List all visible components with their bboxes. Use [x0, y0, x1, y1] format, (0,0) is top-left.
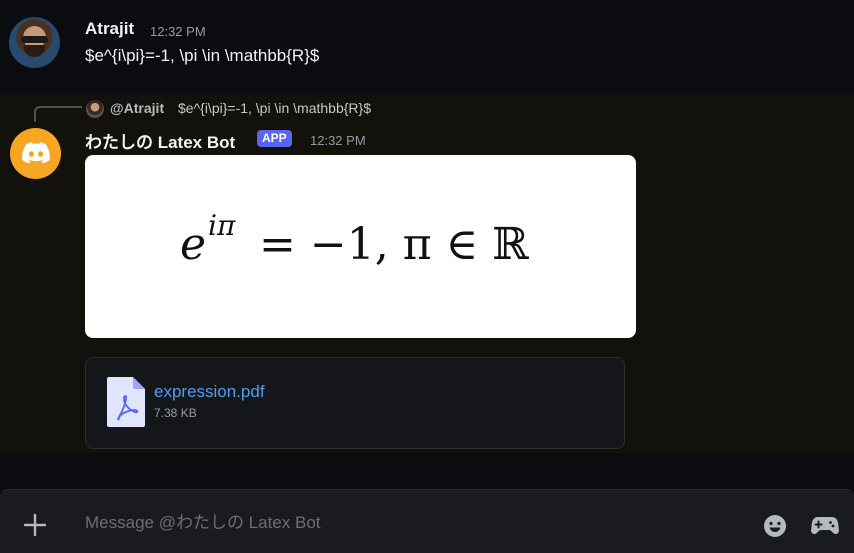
latex-base: e — [180, 219, 206, 270]
user-message-text: $e^{i\pi}=-1, \pi \in \mathbb{R}$ — [85, 46, 320, 65]
reply-avatar — [86, 100, 104, 118]
latex-exponent: iπ — [208, 209, 236, 242]
latex-equation-render: e iπ = −1, π ∈ ℝ — [180, 209, 529, 270]
app-badge: APP — [257, 130, 292, 147]
reply-mention[interactable]: @Atrajit — [110, 100, 164, 116]
latex-image[interactable]: e iπ = −1, π ∈ ℝ — [85, 155, 636, 338]
avatar-beard — [24, 45, 45, 57]
latex-rest: = −1, π ∈ ℝ — [259, 219, 529, 270]
emoji-icon[interactable] — [763, 514, 787, 538]
message-input[interactable] — [85, 510, 725, 536]
pdf-attachment[interactable]: expression.pdf 7.38 KB — [85, 357, 625, 449]
user-message: Atrajit 12:32 PM $e^{i\pi}=-1, \pi \in \… — [0, 0, 854, 95]
user-avatar[interactable] — [9, 17, 60, 68]
reply-connector — [34, 106, 82, 122]
avatar-glasses — [21, 36, 48, 43]
plus-icon[interactable] — [22, 512, 48, 538]
pdf-file-icon — [107, 377, 145, 427]
bot-avatar[interactable] — [10, 128, 61, 179]
attachment-file-name[interactable]: expression.pdf — [154, 382, 265, 402]
chat-window: Atrajit 12:32 PM $e^{i\pi}=-1, \pi \in \… — [0, 0, 854, 553]
user-username[interactable]: Atrajit — [85, 19, 134, 39]
attachment-file-size: 7.38 KB — [154, 406, 197, 420]
reply-preview-text[interactable]: $e^{i\pi}=-1, \pi \in \mathbb{R}$ — [178, 100, 371, 116]
bot-timestamp: 12:32 PM — [310, 133, 366, 148]
bot-message: @Atrajit $e^{i\pi}=-1, \pi \in \mathbb{R… — [0, 95, 854, 453]
bot-username[interactable]: わたしの Latex Bot — [85, 128, 235, 153]
discord-logo-icon — [22, 142, 50, 164]
gamepad-icon[interactable] — [811, 515, 839, 537]
user-timestamp: 12:32 PM — [150, 24, 206, 39]
message-composer — [0, 489, 854, 553]
